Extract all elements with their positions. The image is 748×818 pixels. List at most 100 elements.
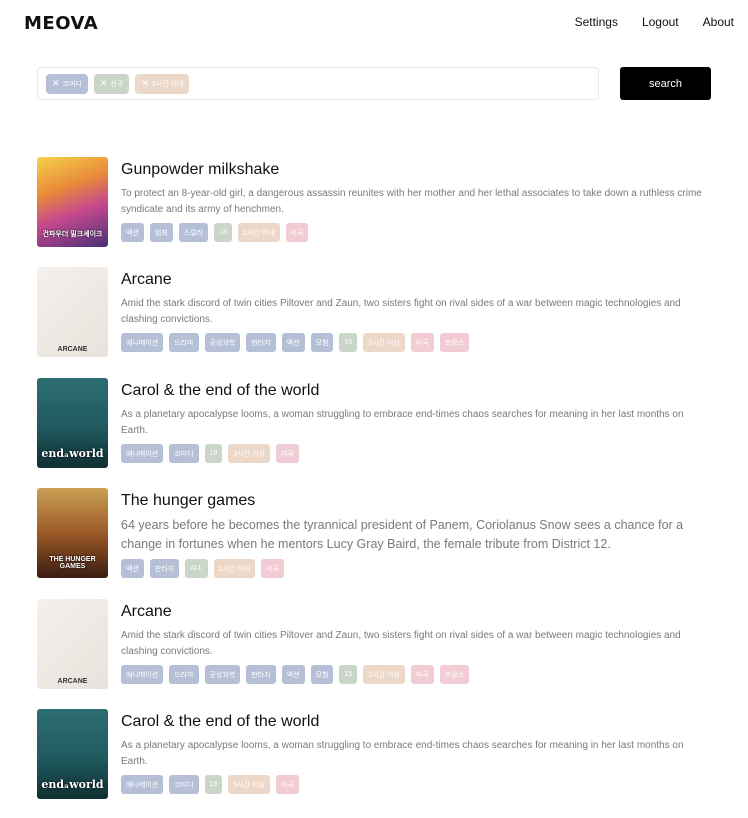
movie-poster[interactable]: THE HUNGER GAMES <box>37 488 108 578</box>
genre-tag[interactable]: 드라마 <box>169 333 199 352</box>
movie-info: Carol & the end of the world As a planeta… <box>121 712 712 794</box>
genre-tag[interactable]: 액션 <box>281 333 305 352</box>
movie-title[interactable]: Arcane <box>121 270 712 290</box>
movie-tags: 애니메이션 드라마 공상과학 판타지 액션 모험 15 3시간 이상 미국 프랑스 <box>121 333 712 352</box>
movie-list-item[interactable]: endₐworld Carol & the end of the world As … <box>37 709 712 801</box>
country-tag[interactable]: 미국 <box>275 444 299 463</box>
runtime-tag[interactable]: 3시간 이상 <box>228 775 270 794</box>
filter-chip-label: 코미디 <box>62 80 82 88</box>
movie-description: To protect an 8-year-old girl, a dangero… <box>121 188 702 215</box>
nav-about-link[interactable]: About <box>703 15 734 29</box>
genre-tag[interactable]: 코미디 <box>169 775 199 794</box>
remove-chip-icon[interactable]: ✕ <box>141 79 149 88</box>
country-tag[interactable]: 미국 <box>261 559 285 578</box>
movie-title[interactable]: The hunger games <box>121 491 712 511</box>
country-tag[interactable]: 프랑스 <box>439 665 470 684</box>
genre-tag[interactable]: 스릴러 <box>178 223 209 242</box>
age-rating-tag[interactable]: 18 <box>214 223 232 242</box>
search-input[interactable]: ✕ 코미디 ✕ 친구 ✕ 3시간 이내 <box>37 67 599 100</box>
genre-tag[interactable]: 애니메이션 <box>121 775 164 794</box>
logo-text: MEOVA <box>24 12 99 34</box>
genre-tag[interactable]: 애니메이션 <box>121 665 164 684</box>
genre-tag[interactable]: 판타지 <box>149 559 180 578</box>
movie-list-item[interactable]: ARCANE Arcane Amid the stark discord of tw… <box>37 599 712 691</box>
top-nav: Settings Logout About <box>575 15 734 29</box>
runtime-tag[interactable]: 2시간 이내 <box>213 559 256 578</box>
country-tag[interactable]: 미국 <box>285 223 309 242</box>
filter-chip-label: 3시간 이내 <box>151 80 184 88</box>
poster-caption: ARCANE <box>57 678 88 685</box>
remove-chip-icon[interactable]: ✕ <box>100 79 108 88</box>
poster-caption: 건파우더 밀크셰이크 <box>42 231 103 238</box>
movie-info: Arcane Amid the stark discord of twin cit… <box>121 602 712 684</box>
runtime-tag[interactable]: 3시간 이상 <box>228 444 270 463</box>
poster-caption: endₐworld <box>41 778 104 791</box>
movie-tags: 액션 판타지 ALL 2시간 이내 미국 <box>121 559 712 578</box>
poster-caption: THE HUNGER GAMES <box>49 556 96 570</box>
movie-description: 64 years before he becomes the tyrannica… <box>121 518 684 551</box>
genre-tag[interactable]: 드라마 <box>169 665 199 684</box>
remove-chip-icon[interactable]: ✕ <box>52 79 60 88</box>
movie-tags: 애니메이션 드라마 공상과학 판타지 액션 모험 15 3시간 이상 미국 프랑스 <box>121 665 712 684</box>
nav-settings-link[interactable]: Settings <box>575 15 618 29</box>
movie-title[interactable]: Arcane <box>121 602 712 622</box>
filter-chip[interactable]: ✕ 친구 <box>93 73 130 94</box>
genre-tag[interactable]: 범죄 <box>149 223 173 242</box>
filter-chip[interactable]: ✕ 3시간 이내 <box>135 73 190 94</box>
movie-info: Carol & the end of the world As a planeta… <box>121 381 712 463</box>
runtime-tag[interactable]: 2시간 이내 <box>237 223 280 242</box>
age-rating-tag[interactable]: ALL <box>185 559 208 578</box>
movie-title[interactable]: Carol & the end of the world <box>121 712 712 732</box>
age-rating-tag[interactable]: 15 <box>339 333 358 352</box>
genre-tag[interactable]: 모험 <box>310 333 334 352</box>
country-tag[interactable]: 미국 <box>275 775 299 794</box>
movie-tags: 애니메이션 코미디 19 3시간 이상 미국 <box>121 444 712 463</box>
poster-caption: endₐworld <box>41 447 104 460</box>
genre-tag[interactable]: 액션 <box>121 223 144 242</box>
country-tag[interactable]: 미국 <box>410 665 434 684</box>
movie-title[interactable]: Gunpowder milkshake <box>121 160 712 180</box>
movie-poster[interactable]: 건파우더 밀크셰이크 <box>37 157 108 247</box>
movie-list-item[interactable]: THE HUNGER GAMES The hunger games 64 years… <box>37 488 712 580</box>
age-rating-tag[interactable]: 19 <box>204 444 223 463</box>
genre-tag[interactable]: 액션 <box>281 665 305 684</box>
search-button[interactable]: search <box>620 67 711 100</box>
age-rating-tag[interactable]: 15 <box>339 665 358 684</box>
movie-info: Arcane Amid the stark discord of twin cit… <box>121 270 712 352</box>
genre-tag[interactable]: 코미디 <box>169 444 199 463</box>
filter-chip-label: 친구 <box>110 80 124 88</box>
genre-tag[interactable]: 공상과학 <box>204 665 241 684</box>
movie-info: Gunpowder milkshake To protect an 8-year-… <box>121 160 712 242</box>
country-tag[interactable]: 프랑스 <box>439 333 470 352</box>
runtime-tag[interactable]: 3시간 이상 <box>363 333 405 352</box>
app-logo[interactable]: MEOVA <box>24 12 99 34</box>
movie-description: Amid the stark discord of twin cities Pi… <box>121 630 681 657</box>
poster-caption: ARCANE <box>57 346 88 353</box>
age-rating-tag[interactable]: 19 <box>204 775 223 794</box>
movie-poster[interactable]: ARCANE <box>37 267 108 357</box>
movie-list-item[interactable]: ARCANE Arcane Amid the stark discord of tw… <box>37 267 712 359</box>
movie-list-item[interactable]: endₐworld Carol & the end of the world As … <box>37 378 712 470</box>
filter-chip[interactable]: ✕ 코미디 <box>46 73 88 94</box>
movie-description: Amid the stark discord of twin cities Pi… <box>121 298 681 325</box>
movie-poster[interactable]: endₐworld <box>37 378 108 468</box>
movie-tags: 액션 범죄 스릴러 18 2시간 이내 미국 <box>121 223 712 242</box>
genre-tag[interactable]: 애니메이션 <box>121 333 164 352</box>
genre-tag[interactable]: 모험 <box>310 665 334 684</box>
genre-tag[interactable]: 액션 <box>121 559 144 578</box>
movie-title[interactable]: Carol & the end of the world <box>121 381 712 401</box>
genre-tag[interactable]: 공상과학 <box>204 333 241 352</box>
country-tag[interactable]: 미국 <box>410 333 434 352</box>
movie-poster[interactable]: endₐworld <box>37 709 108 799</box>
genre-tag[interactable]: 애니메이션 <box>121 444 164 463</box>
movie-description: As a planetary apocalypse looms, a woman… <box>121 409 684 436</box>
runtime-tag[interactable]: 3시간 이상 <box>363 665 405 684</box>
movie-poster[interactable]: ARCANE <box>37 599 108 689</box>
nav-logout-link[interactable]: Logout <box>642 15 679 29</box>
genre-tag[interactable]: 판타지 <box>246 333 276 352</box>
movie-info: The hunger games 64 years before he becom… <box>121 491 712 578</box>
movie-list-item[interactable]: 건파우더 밀크셰이크 Gunpowder milkshake To protect … <box>37 157 712 249</box>
movie-description: As a planetary apocalypse looms, a woman… <box>121 740 684 767</box>
movie-tags: 애니메이션 코미디 19 3시간 이상 미국 <box>121 775 712 794</box>
genre-tag[interactable]: 판타지 <box>246 665 276 684</box>
